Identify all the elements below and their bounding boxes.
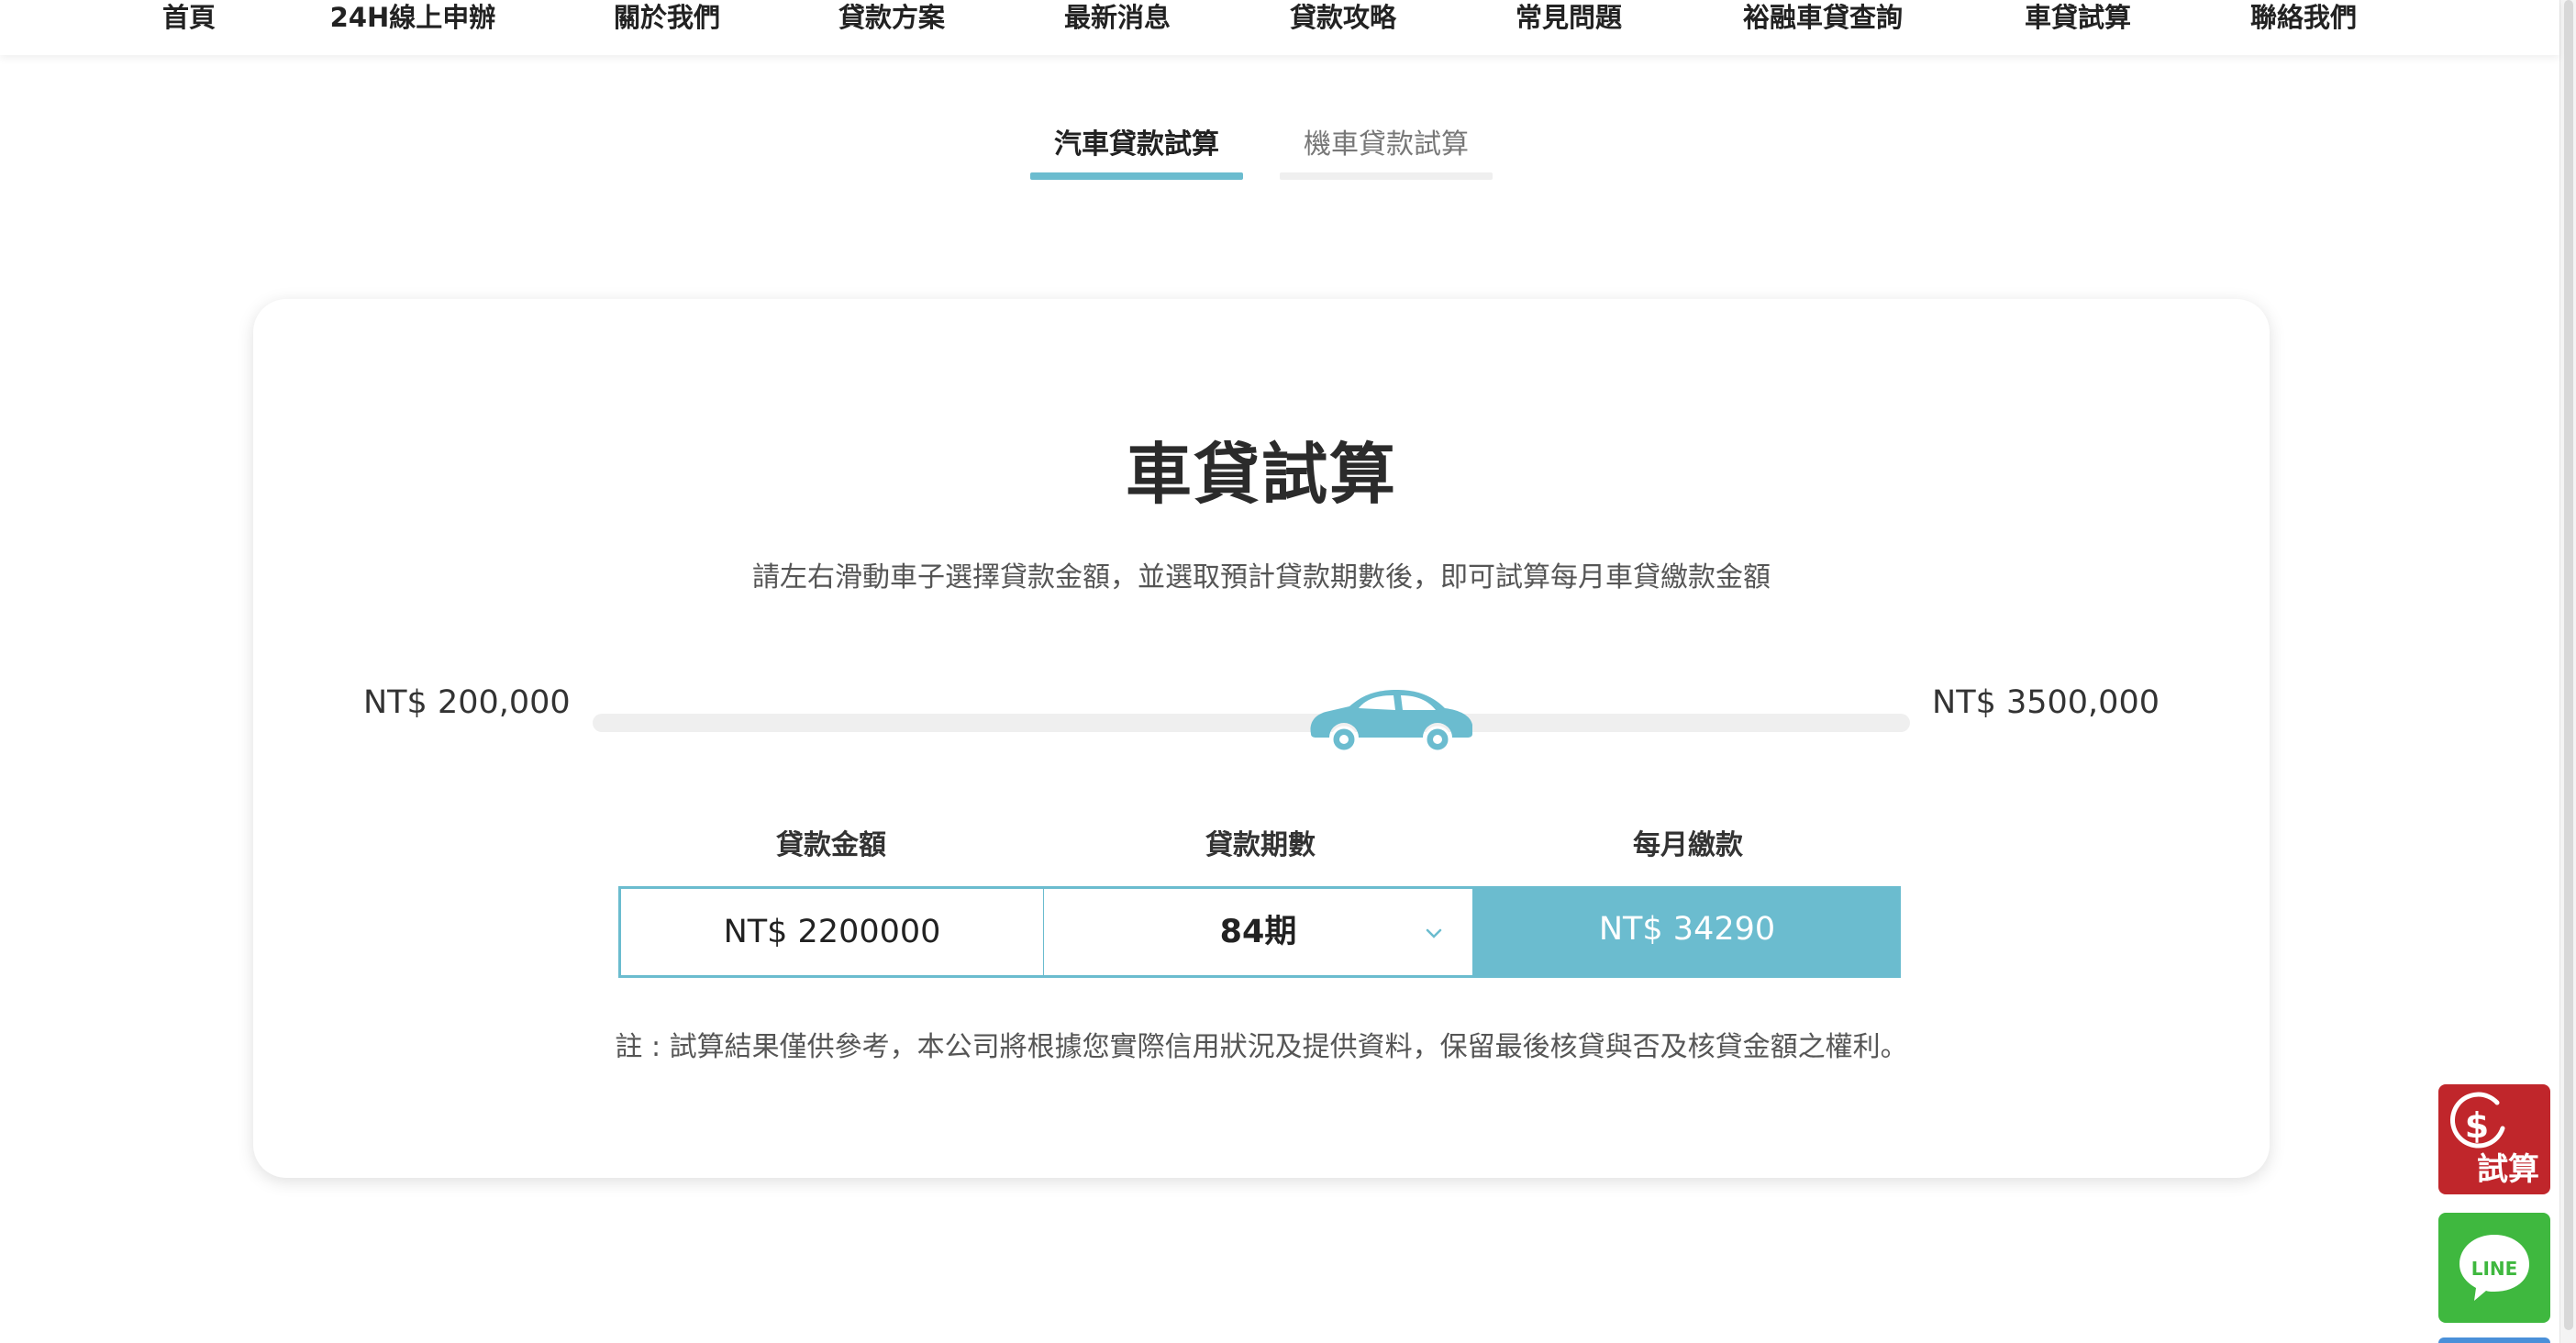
nav-item-news[interactable]: 最新消息 — [1064, 0, 1171, 35]
disclaimer-note: 註 : 試算結果僅供參考，本公司將根據您實際信用狀況及提供資料，保留最後核貸與否… — [615, 1031, 1908, 1063]
scrollbar-thumb[interactable] — [2564, 0, 2573, 1330]
floating-button-partial[interactable] — [2438, 1337, 2550, 1343]
monthly-payment-label: 每月繳款 — [1633, 829, 1743, 861]
top-navigation: 首頁 24H線上申辦 關於我們 貸款方案 最新消息 貸款攻略 常見問題 裕融車貸… — [0, 0, 2559, 55]
nav-item-about[interactable]: 關於我們 — [614, 0, 720, 35]
tab-motorcycle-loan[interactable]: 機車貸款試算 — [1280, 123, 1493, 180]
svg-text:$: $ — [2465, 1105, 2489, 1146]
floating-calculator-button[interactable]: $ 試算 — [2438, 1084, 2550, 1194]
loan-term-value: 84期 — [1219, 914, 1297, 950]
calculator-card: 車貸試算 請左右滑動車子選擇貸款金額，並選取預計貸款期數後，即可試算每月車貸繳款… — [253, 299, 2270, 1178]
calculator-title: 車貸試算 — [1125, 436, 1397, 513]
nav-item-contact[interactable]: 聯絡我們 — [2250, 0, 2357, 35]
tab-inactive-underline — [1280, 172, 1493, 180]
loan-term-label: 貸款期數 — [1205, 829, 1316, 861]
slider-min-label: NT$ 200,000 — [363, 684, 571, 721]
loan-amount-slider[interactable] — [593, 690, 1910, 753]
tab-motorcycle-loan-label: 機車貸款試算 — [1304, 128, 1469, 161]
nav-item-loan-calculator[interactable]: 車貸試算 — [2025, 0, 2131, 35]
loan-term-select[interactable]: 84期 — [1044, 886, 1475, 978]
car-icon — [1310, 690, 1473, 753]
nav-item-loan-inquiry[interactable]: 裕融車貸查詢 — [1743, 0, 1903, 35]
floating-line-button[interactable]: LINE — [2438, 1213, 2550, 1323]
nav-item-online-apply[interactable]: 24H線上申辦 — [330, 0, 496, 35]
nav-item-home[interactable]: 首頁 — [162, 0, 216, 35]
page-scrollbar[interactable] — [2559, 0, 2576, 1343]
tab-car-loan[interactable]: 汽車貸款試算 — [1030, 123, 1243, 180]
loan-amount-label: 貸款金額 — [776, 829, 886, 861]
nav-item-loan-guide[interactable]: 貸款攻略 — [1290, 0, 1396, 35]
monthly-payment-result: NT$ 34290 — [1473, 886, 1901, 978]
slider-max-label: NT$ 3500,000 — [1932, 684, 2160, 721]
chevron-down-icon — [1426, 928, 1442, 938]
floating-calculator-label: 試算 — [2477, 1151, 2539, 1188]
calculator-instructions: 請左右滑動車子選擇貸款金額，並選取預計貸款期數後，即可試算每月車貸繳款金額 — [752, 561, 1771, 594]
nav-item-loan-plans[interactable]: 貸款方案 — [838, 0, 945, 35]
line-icon-label: LINE — [2471, 1258, 2518, 1280]
car-slider-handle[interactable] — [1305, 684, 1476, 753]
tab-active-underline — [1030, 172, 1243, 180]
tab-car-loan-label: 汽車貸款試算 — [1054, 128, 1219, 161]
nav-item-faq[interactable]: 常見問題 — [1516, 0, 1622, 35]
loan-amount-input[interactable]: NT$ 2200000 — [618, 886, 1046, 978]
